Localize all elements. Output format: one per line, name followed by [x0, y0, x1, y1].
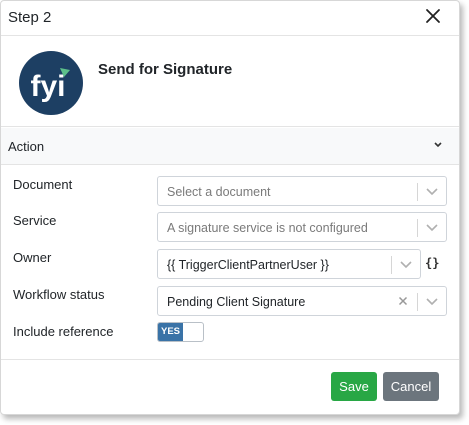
service-label: Service [13, 213, 57, 228]
action-section-header[interactable]: Action [1, 128, 459, 165]
include-reference-toggle[interactable]: YES [157, 322, 204, 342]
save-button[interactable]: Save [331, 372, 377, 401]
chevron-down-icon[interactable] [433, 141, 443, 149]
section-title: Action [8, 139, 45, 154]
select-separator [417, 219, 418, 237]
owner-select[interactable]: {{ TriggerClientPartnerUser }} [157, 249, 421, 279]
clear-icon[interactable] [398, 296, 408, 306]
select-separator [391, 256, 392, 274]
owner-label: Owner [13, 250, 52, 265]
service-placeholder: A signature service is not configured [167, 221, 368, 235]
chevron-down-icon[interactable] [426, 224, 438, 232]
app-row: fyi Send for Signature [1, 36, 459, 127]
select-separator [417, 293, 418, 311]
owner-value: {{ TriggerClientPartnerUser }} [167, 258, 329, 272]
cancel-button[interactable]: Cancel [383, 372, 439, 401]
document-placeholder: Select a document [167, 185, 271, 199]
document-label: Document [13, 177, 73, 192]
fyi-logo: fyi [19, 51, 83, 115]
app-name: Send for Signature [98, 61, 233, 78]
close-icon[interactable] [423, 6, 443, 26]
include-reference-label: Include reference [13, 324, 114, 339]
chevron-down-icon[interactable] [400, 261, 412, 269]
workflow-status-value: Pending Client Signature [167, 295, 306, 309]
step-dialog: Step 2 fyi Send for Signature Action Doc… [0, 0, 460, 415]
service-select[interactable]: A signature service is not configured [157, 212, 447, 242]
toggle-on-label: YES [158, 323, 183, 341]
dialog-header: Step 2 [1, 1, 459, 36]
logo-text: fyi [30, 70, 65, 103]
workflow-status-select[interactable]: Pending Client Signature [157, 286, 447, 316]
document-select[interactable]: Select a document [157, 176, 447, 206]
select-separator [417, 183, 418, 201]
dialog-footer: Save Cancel [1, 359, 459, 414]
workflow-status-label: Workflow status [13, 287, 105, 302]
variable-picker-icon[interactable]: {} [425, 256, 439, 270]
dialog-title: Step 2 [8, 9, 52, 26]
chevron-down-icon[interactable] [426, 188, 438, 196]
chevron-down-icon[interactable] [426, 298, 438, 306]
